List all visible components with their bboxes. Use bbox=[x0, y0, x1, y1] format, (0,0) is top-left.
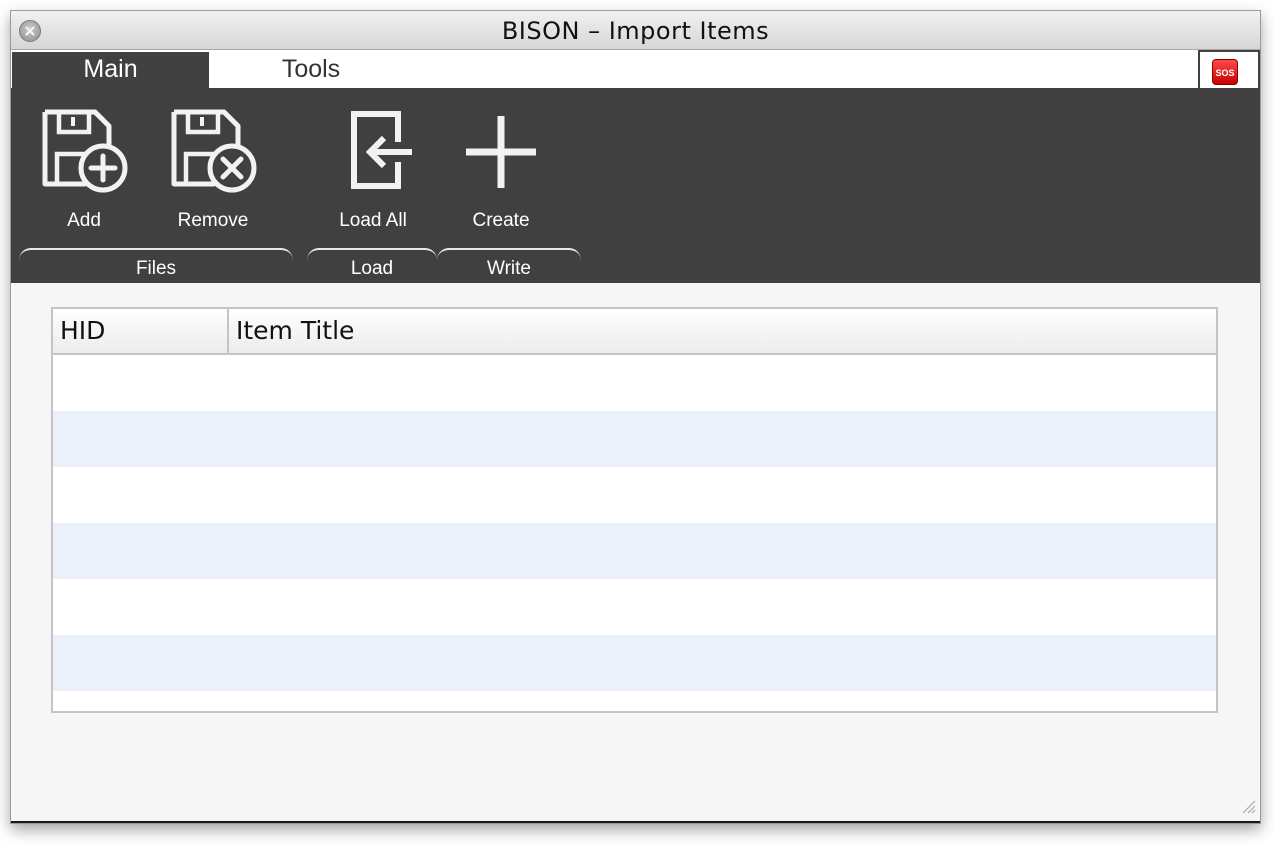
column-header-item-title[interactable]: Item Title bbox=[229, 309, 1216, 353]
group-write: Write bbox=[437, 248, 581, 284]
load-all-label: Load All bbox=[339, 210, 407, 231]
load-all-icon bbox=[351, 111, 412, 189]
add-button[interactable]: Add bbox=[24, 88, 144, 248]
floppy-add-icon bbox=[42, 109, 128, 193]
sos-container: SOS bbox=[1200, 52, 1258, 88]
load-all-button[interactable]: Load All bbox=[313, 88, 433, 248]
ribbon-tab-strip: Main Tools SOS bbox=[11, 50, 1260, 88]
remove-label: Remove bbox=[177, 210, 249, 231]
table-row[interactable] bbox=[53, 523, 1216, 579]
window-bottom-edge bbox=[11, 821, 1260, 823]
table-row[interactable] bbox=[53, 467, 1216, 523]
table-row[interactable] bbox=[53, 635, 1216, 691]
import-items-window: BISON – Import Items Main Tools SOS Add … bbox=[10, 10, 1261, 824]
create-label: Create bbox=[472, 210, 530, 231]
group-files: Files bbox=[19, 248, 293, 284]
add-label: Add bbox=[67, 210, 101, 231]
table-row[interactable] bbox=[53, 355, 1216, 411]
table-row[interactable] bbox=[53, 579, 1216, 635]
window-title: BISON – Import Items bbox=[501, 17, 770, 45]
sos-button[interactable]: SOS bbox=[1212, 59, 1238, 85]
remove-button[interactable]: Remove bbox=[153, 88, 273, 248]
ribbon-panel: Add Remove Load All Create Files Load Wr… bbox=[11, 88, 1260, 283]
tab-main[interactable]: Main bbox=[12, 52, 209, 88]
title-bar: BISON – Import Items bbox=[11, 11, 1260, 50]
group-load: Load bbox=[307, 248, 437, 284]
plus-icon bbox=[466, 116, 536, 188]
create-button[interactable]: Create bbox=[441, 88, 561, 248]
table-row[interactable] bbox=[53, 411, 1216, 467]
table-header: HID Item Title bbox=[53, 309, 1216, 355]
tab-tools[interactable]: Tools bbox=[211, 52, 411, 88]
column-header-hid[interactable]: HID bbox=[53, 309, 229, 353]
resize-grip-icon[interactable] bbox=[1238, 796, 1256, 819]
floppy-remove-icon bbox=[171, 109, 257, 193]
sos-area: SOS bbox=[1198, 50, 1260, 88]
items-table[interactable]: HID Item Title bbox=[51, 307, 1218, 713]
